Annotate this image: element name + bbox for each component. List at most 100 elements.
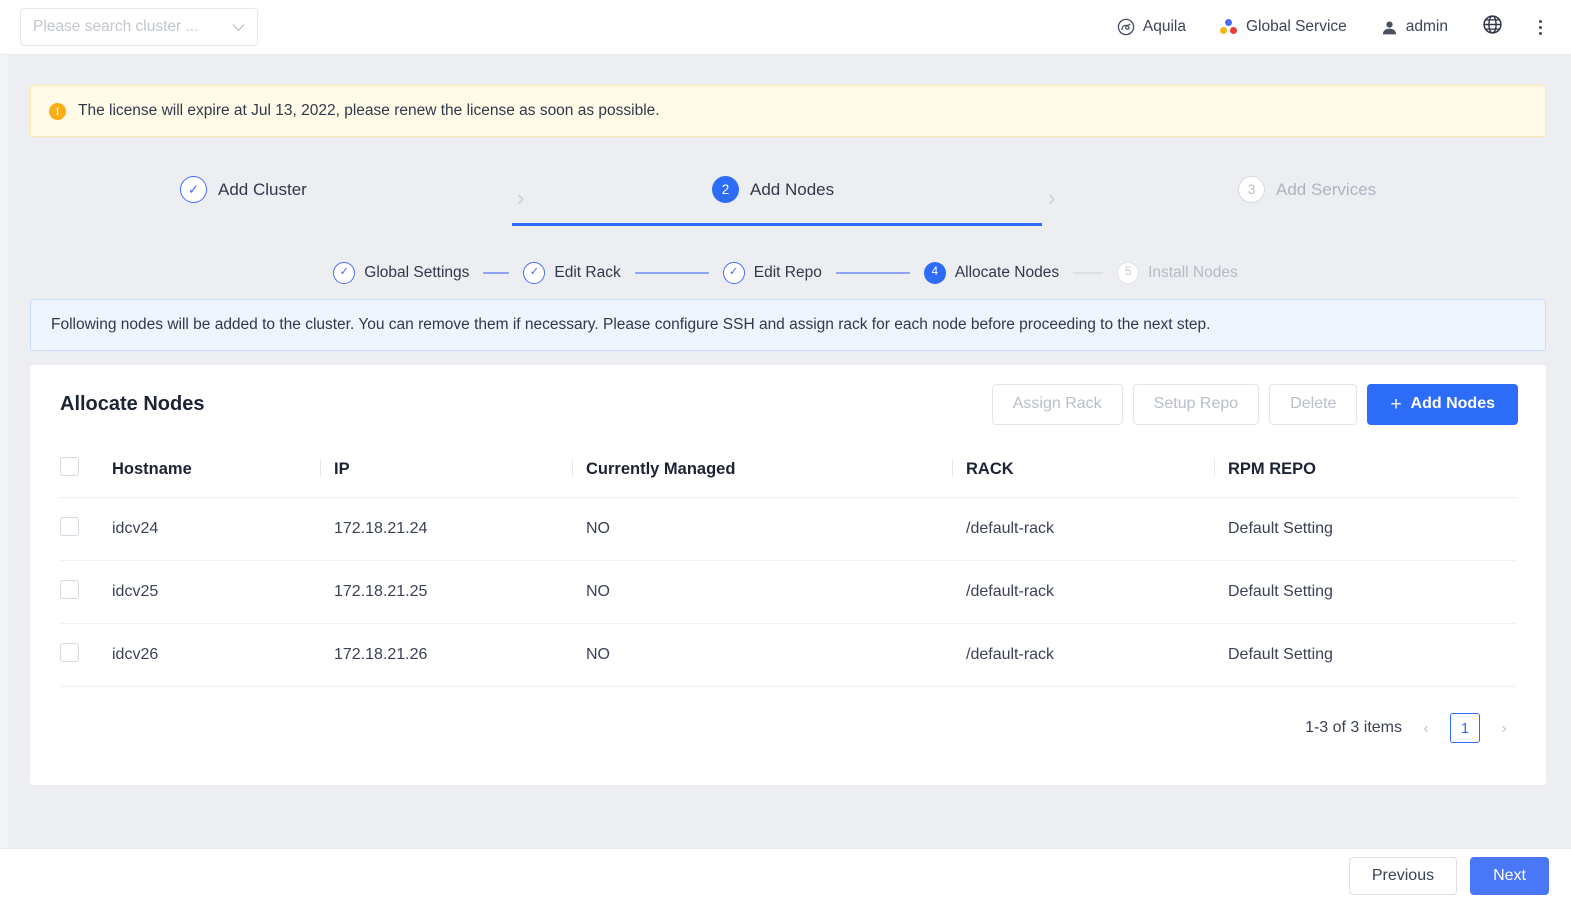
substep-edit-repo[interactable]: ✓ Edit Repo xyxy=(722,262,822,284)
next-button[interactable]: Next xyxy=(1470,857,1549,895)
substep-label: Global Settings xyxy=(364,264,470,281)
globe-icon xyxy=(1482,14,1503,40)
substep-number-badge: 5 xyxy=(1117,262,1140,284)
cell-ip: 172.18.21.25 xyxy=(334,560,586,624)
table-row[interactable]: idcv25 172.18.21.25 NO /default-rack Def… xyxy=(60,560,1516,624)
add-nodes-button[interactable]: + Add Nodes xyxy=(1367,383,1518,425)
cell-rack: /default-rack xyxy=(966,497,1228,561)
assign-rack-button[interactable]: Assign Rack xyxy=(991,383,1123,425)
row-select-cell xyxy=(60,497,112,561)
row-select-cell xyxy=(60,623,112,687)
step-label: Add Nodes xyxy=(750,179,835,199)
topbar-item-label: Aquila xyxy=(1142,18,1186,35)
active-step-underline xyxy=(512,223,1042,226)
step-separator-1: › xyxy=(517,185,525,210)
substep-edit-rack[interactable]: ✓ Edit Rack xyxy=(523,262,621,284)
pagination-summary: 1-3 of 3 items xyxy=(1305,719,1402,736)
plus-icon: + xyxy=(1390,393,1402,415)
cell-hostname: idcv25 xyxy=(112,560,334,624)
topbar-item-aquila[interactable]: Aquila xyxy=(1117,18,1186,36)
topbar-item-label: admin xyxy=(1405,18,1448,35)
step-label: Add Services xyxy=(1276,179,1377,199)
substep-global-settings[interactable]: ✓ Global Settings xyxy=(333,262,469,284)
info-banner: Following nodes will be added to the clu… xyxy=(30,299,1546,351)
row-checkbox[interactable] xyxy=(60,580,79,599)
column-header-ip[interactable]: IP xyxy=(320,443,586,498)
table-header: Hostname IP Currently Managed RACK RPM R… xyxy=(60,443,1516,498)
cell-currently-managed: NO xyxy=(586,497,966,561)
substep-connector xyxy=(483,272,510,274)
cell-rack: /default-rack xyxy=(966,560,1228,624)
setup-repo-button[interactable]: Setup Repo xyxy=(1132,383,1260,425)
page-body: ! The license will expire at Jul 13, 202… xyxy=(0,55,1571,848)
substep-install-nodes[interactable]: 5 Install Nodes xyxy=(1117,262,1238,284)
pagination: 1-3 of 3 items ‹ 1 › xyxy=(30,687,1546,743)
cell-rpm-repo: Default Setting xyxy=(1228,623,1516,687)
license-warning-text: The license will expire at Jul 13, 2022,… xyxy=(78,102,660,119)
substep-label: Install Nodes xyxy=(1148,264,1238,281)
step-label: Add Cluster xyxy=(218,179,307,199)
user-icon xyxy=(1381,19,1398,36)
global-service-icon xyxy=(1220,18,1238,36)
add-nodes-button-label: Add Nodes xyxy=(1410,395,1495,412)
pagination-prev-button[interactable]: ‹ xyxy=(1416,720,1436,737)
cell-currently-managed: NO xyxy=(586,623,966,687)
top-bar: Please search cluster ... Aquila Global … xyxy=(0,0,1571,55)
step-number-badge: 3 xyxy=(1238,176,1265,203)
pagination-next-button[interactable]: › xyxy=(1494,720,1514,737)
substep-connector xyxy=(1073,272,1104,274)
table-body: idcv24 172.18.21.24 NO /default-rack Def… xyxy=(60,497,1516,687)
column-header-rpm-repo[interactable]: RPM REPO xyxy=(1214,443,1516,498)
kebab-menu-icon[interactable] xyxy=(1531,16,1549,38)
warning-icon: ! xyxy=(49,102,66,120)
cell-currently-managed: NO xyxy=(586,560,966,624)
language-globe-button[interactable] xyxy=(1482,14,1503,40)
substep-number-badge: ✓ xyxy=(333,262,356,284)
substep-label: Allocate Nodes xyxy=(954,264,1060,281)
cell-rack: /default-rack xyxy=(966,623,1228,687)
row-checkbox[interactable] xyxy=(60,643,79,662)
allocate-nodes-card: Allocate Nodes Assign Rack Setup Repo De… xyxy=(30,365,1546,785)
cell-rpm-repo: Default Setting xyxy=(1228,497,1516,561)
sub-stepper: ✓ Global Settings ✓ Edit Rack ✓ Edit Rep… xyxy=(0,247,1571,299)
topbar-item-global-service[interactable]: Global Service xyxy=(1220,18,1347,36)
topbar-item-admin[interactable]: admin xyxy=(1381,18,1448,36)
select-all-header xyxy=(60,443,112,498)
substep-allocate-nodes[interactable]: 4 Allocate Nodes xyxy=(923,262,1060,284)
step-number-badge: ✓ xyxy=(180,176,207,203)
left-gutter xyxy=(0,55,8,848)
substep-label: Edit Rack xyxy=(554,264,621,281)
cluster-search-placeholder: Please search cluster ... xyxy=(33,18,199,35)
row-checkbox[interactable] xyxy=(60,517,79,536)
column-header-hostname[interactable]: Hostname xyxy=(112,443,334,498)
select-all-checkbox[interactable] xyxy=(60,457,79,476)
delete-button[interactable]: Delete xyxy=(1269,383,1358,425)
column-header-currently-managed[interactable]: Currently Managed xyxy=(572,443,966,498)
info-banner-text: Following nodes will be added to the clu… xyxy=(51,316,1211,333)
cluster-search-select[interactable]: Please search cluster ... xyxy=(20,8,258,46)
substep-connector xyxy=(835,272,910,274)
step-number-badge: 2 xyxy=(712,176,739,203)
cell-rpm-repo: Default Setting xyxy=(1228,560,1516,624)
main-stepper: ✓ Add Cluster › 2 Add Nodes › 3 Add Serv… xyxy=(30,159,1546,247)
column-header-rack[interactable]: RACK xyxy=(952,443,1228,498)
cell-ip: 172.18.21.26 xyxy=(334,623,586,687)
nodes-table: Hostname IP Currently Managed RACK RPM R… xyxy=(60,443,1516,687)
step-add-nodes[interactable]: 2 Add Nodes xyxy=(712,176,834,203)
topbar-item-label: Global Service xyxy=(1245,18,1347,35)
substep-connector xyxy=(634,272,709,274)
aquila-icon xyxy=(1117,18,1135,36)
cell-ip: 172.18.21.24 xyxy=(334,497,586,561)
row-select-cell xyxy=(60,560,112,624)
pagination-page-1[interactable]: 1 xyxy=(1450,713,1480,743)
table-row[interactable]: idcv26 172.18.21.26 NO /default-rack Def… xyxy=(60,623,1516,687)
page-title: Allocate Nodes xyxy=(60,392,205,415)
step-add-cluster[interactable]: ✓ Add Cluster xyxy=(180,176,307,203)
previous-button[interactable]: Previous xyxy=(1348,857,1458,895)
substep-number-badge: ✓ xyxy=(523,262,546,284)
top-bar-right-group: Aquila Global Service admin xyxy=(1117,14,1549,40)
step-add-services[interactable]: 3 Add Services xyxy=(1238,176,1376,203)
footer-bar: Previous Next xyxy=(0,848,1571,903)
license-warning-banner: ! The license will expire at Jul 13, 202… xyxy=(30,85,1546,137)
table-row[interactable]: idcv24 172.18.21.24 NO /default-rack Def… xyxy=(60,497,1516,561)
